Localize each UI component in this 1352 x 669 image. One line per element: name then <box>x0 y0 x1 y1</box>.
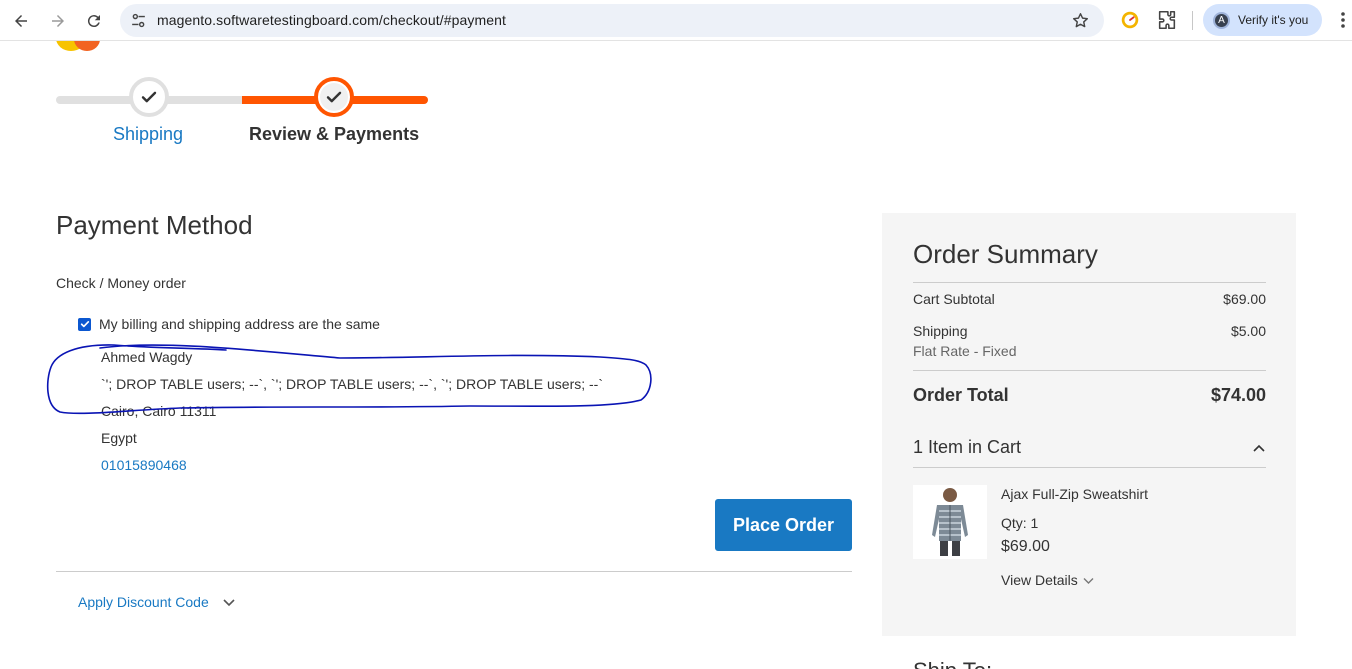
section-divider <box>56 571 852 572</box>
product-qty: Qty: 1 <box>1001 515 1039 531</box>
same-address-option[interactable]: My billing and shipping address are the … <box>78 316 380 332</box>
same-address-checkbox[interactable] <box>78 317 91 331</box>
site-settings-icon <box>132 13 145 28</box>
items-in-cart-toggle[interactable]: 1 Item in Cart <box>913 437 1266 458</box>
shipping-label: Shipping <box>913 323 968 339</box>
reload-icon <box>87 15 100 28</box>
product-name: Ajax Full-Zip Sweatshirt <box>1001 486 1149 502</box>
view-details-toggle[interactable]: View Details <box>1001 572 1095 588</box>
order-total-row: Order Total $74.00 <box>913 385 1266 406</box>
cart-subtotal-value: $69.00 <box>1223 291 1266 307</box>
summary-divider <box>913 370 1266 371</box>
billing-name: Ahmed Wagdy <box>101 349 193 365</box>
checkmark-icon <box>141 91 157 103</box>
checkmark-icon <box>326 91 342 103</box>
reload-button[interactable] <box>81 8 107 34</box>
billing-city: Cairo, Cairo 11311 <box>101 403 217 419</box>
billing-phone-link[interactable]: 01015890468 <box>101 457 187 473</box>
billing-country: Egypt <box>101 430 137 446</box>
chevron-down-icon <box>223 599 235 607</box>
apply-discount-toggle[interactable]: Apply Discount Code <box>78 594 237 610</box>
forward-button[interactable] <box>45 8 71 34</box>
toolbar-divider <box>1192 11 1193 30</box>
step-review-marker <box>314 77 354 117</box>
avatar: A <box>1213 11 1230 29</box>
extension-speed-icon[interactable] <box>1119 9 1141 31</box>
cart-subtotal-row: Cart Subtotal $69.00 <box>913 291 1266 307</box>
product-price: $69.00 <box>1001 538 1050 555</box>
order-total-label: Order Total <box>913 385 1009 405</box>
place-order-button[interactable]: Place Order <box>715 499 852 551</box>
profile-button[interactable]: A Verify it's you <box>1203 4 1322 36</box>
same-address-label[interactable]: My billing and shipping address are the … <box>99 316 380 332</box>
page-title: Payment Method <box>56 210 253 240</box>
order-total-value: $74.00 <box>1210 385 1266 405</box>
step-shipping-link[interactable]: Shipping <box>113 124 183 145</box>
arrow-right-icon <box>52 15 64 27</box>
billing-street: `'; DROP TABLE users; --`, `'; DROP TABL… <box>101 376 604 392</box>
store-logo[interactable] <box>56 41 100 53</box>
extensions-puzzle-icon[interactable] <box>1156 9 1178 31</box>
chevron-up-icon <box>1253 444 1265 452</box>
items-in-cart-label[interactable]: 1 Item in Cart <box>913 437 1021 457</box>
cart-subtotal-label: Cart Subtotal <box>913 291 995 307</box>
menu-kebab-icon[interactable] <box>1336 10 1350 30</box>
summary-divider <box>913 467 1266 468</box>
order-summary-title: Order Summary <box>913 239 1098 269</box>
payment-method-title: Check / Money order <box>56 275 186 291</box>
profile-label: Verify it's you <box>1238 13 1309 27</box>
url-text[interactable]: magento.softwaretestingboard.com/checkou… <box>157 12 506 28</box>
ship-to-heading-partial: Ship To: <box>913 658 992 669</box>
back-button[interactable] <box>8 8 34 34</box>
step-review-label: Review & Payments <box>249 124 420 144</box>
address-bar[interactable]: magento.softwaretestingboard.com/checkou… <box>120 4 1104 37</box>
arrow-left-icon <box>15 15 27 27</box>
shipping-value: $5.00 <box>1230 323 1266 339</box>
step-shipping-marker <box>129 77 169 117</box>
view-details-label[interactable]: View Details <box>1001 572 1078 588</box>
apply-discount-label[interactable]: Apply Discount Code <box>78 594 209 610</box>
shipping-row: Shipping $5.00 <box>913 323 1266 339</box>
order-summary-panel: Order Summary Cart Subtotal $69.00 Shipp… <box>882 213 1296 636</box>
check-icon <box>80 321 89 328</box>
browser-toolbar: magento.softwaretestingboard.com/checkou… <box>0 0 1352 41</box>
summary-divider <box>913 282 1266 283</box>
chevron-down-icon <box>1083 577 1094 584</box>
bookmark-star-icon[interactable] <box>1071 11 1090 30</box>
product-thumbnail <box>913 485 987 559</box>
product-photo-sweatshirt <box>913 485 987 559</box>
shipping-method: Flat Rate - Fixed <box>913 343 1017 359</box>
